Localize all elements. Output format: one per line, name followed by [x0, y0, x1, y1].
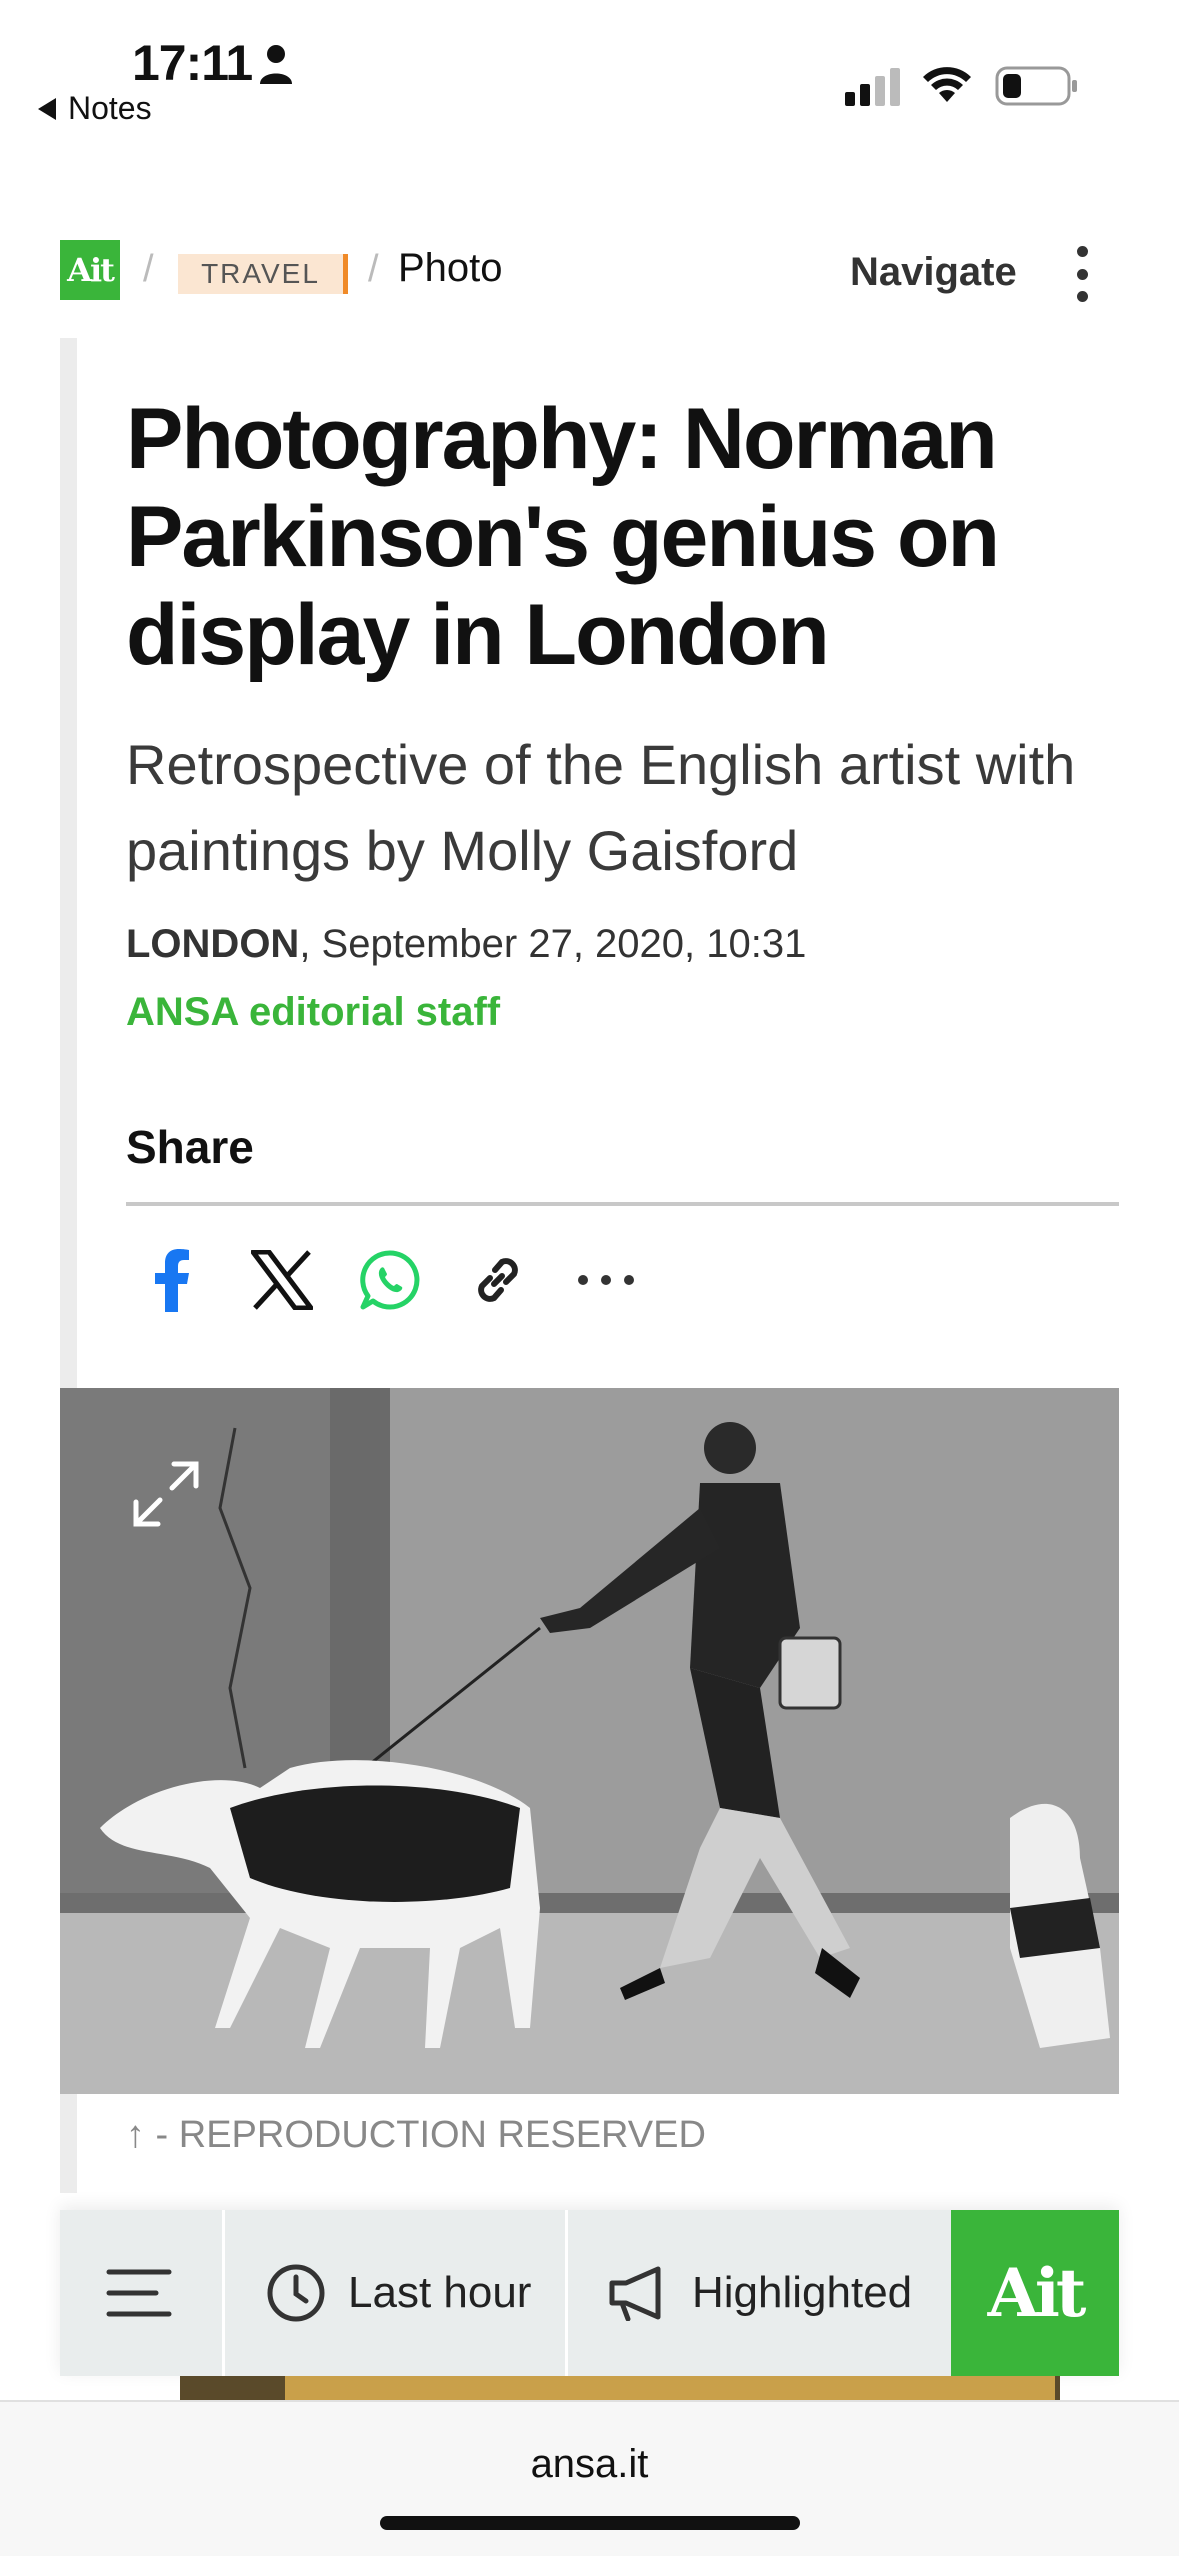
highlighted-label: Highlighted — [692, 2268, 913, 2317]
photo-image — [60, 1388, 1119, 2094]
article-author[interactable]: ANSA editorial staff — [126, 990, 500, 1035]
whatsapp-icon[interactable] — [350, 1240, 430, 1320]
last-hour-button[interactable]: Last hour — [266, 2210, 531, 2376]
hamburger-menu-icon — [106, 2269, 172, 2317]
facebook-icon[interactable] — [132, 1240, 212, 1320]
article-subheadline: Retrospective of the English artist with… — [126, 733, 1076, 882]
next-image-peek-inner — [285, 2376, 1055, 2400]
share-divider — [126, 1202, 1119, 1206]
bottom-nav-bar: Last hour Highlighted Ait — [60, 2210, 1119, 2376]
url-text[interactable]: ansa.it — [0, 2442, 1179, 2487]
breadcrumb-separator: / — [143, 248, 154, 290]
breadcrumb-separator: / — [368, 248, 379, 290]
dateline-location: LONDON — [126, 922, 300, 966]
back-to-app-button[interactable]: Notes — [38, 90, 152, 127]
back-arrow-icon — [38, 97, 56, 120]
ansa-logo[interactable]: Ait — [60, 240, 120, 300]
dateline-date: , September 27, 2020, 10:31 — [299, 922, 807, 966]
status-bar: 17:11 Notes — [0, 0, 1179, 140]
breadcrumb-photo[interactable]: Photo — [398, 246, 503, 291]
article-dateline: LONDON, September 27, 2020, 10:31 — [126, 922, 806, 967]
link-icon[interactable] — [458, 1240, 538, 1320]
last-hour-label: Last hour — [348, 2268, 532, 2317]
bottom-nav-divider — [222, 2210, 225, 2376]
battery-icon — [995, 66, 1077, 106]
back-app-label: Notes — [68, 90, 152, 126]
megaphone-icon — [609, 2266, 661, 2321]
site-header: Ait / TRAVEL / Photo Navigate — [0, 240, 1179, 306]
navigate-button[interactable]: Navigate — [850, 250, 1017, 295]
more-icon[interactable] — [566, 1240, 646, 1320]
home-indicator[interactable] — [380, 2516, 800, 2530]
menu-button[interactable] — [106, 2210, 172, 2376]
share-heading: Share — [126, 1121, 254, 1173]
x-icon[interactable] — [242, 1240, 322, 1320]
article-headline: Photography: Norman Parkinson's genius o… — [126, 391, 1000, 683]
expand-icon[interactable] — [130, 1458, 202, 1530]
article-photo[interactable] — [60, 1388, 1119, 2094]
person-icon — [260, 45, 292, 84]
status-time: 17:11 — [132, 35, 253, 91]
clock-icon — [267, 2264, 325, 2322]
cellular-signal-icon — [845, 68, 900, 106]
wifi-icon — [923, 67, 971, 102]
more-menu-icon[interactable] — [1070, 246, 1094, 302]
browser-url-bar[interactable]: ansa.it — [0, 2400, 1179, 2556]
breadcrumb-travel[interactable]: TRAVEL — [178, 254, 348, 294]
ansa-logo-button[interactable]: Ait — [951, 2210, 1119, 2376]
photo-caption: ↑ - REPRODUCTION RESERVED — [126, 2114, 706, 2156]
bottom-nav-divider — [565, 2210, 568, 2376]
highlighted-button[interactable]: Highlighted — [608, 2210, 912, 2376]
